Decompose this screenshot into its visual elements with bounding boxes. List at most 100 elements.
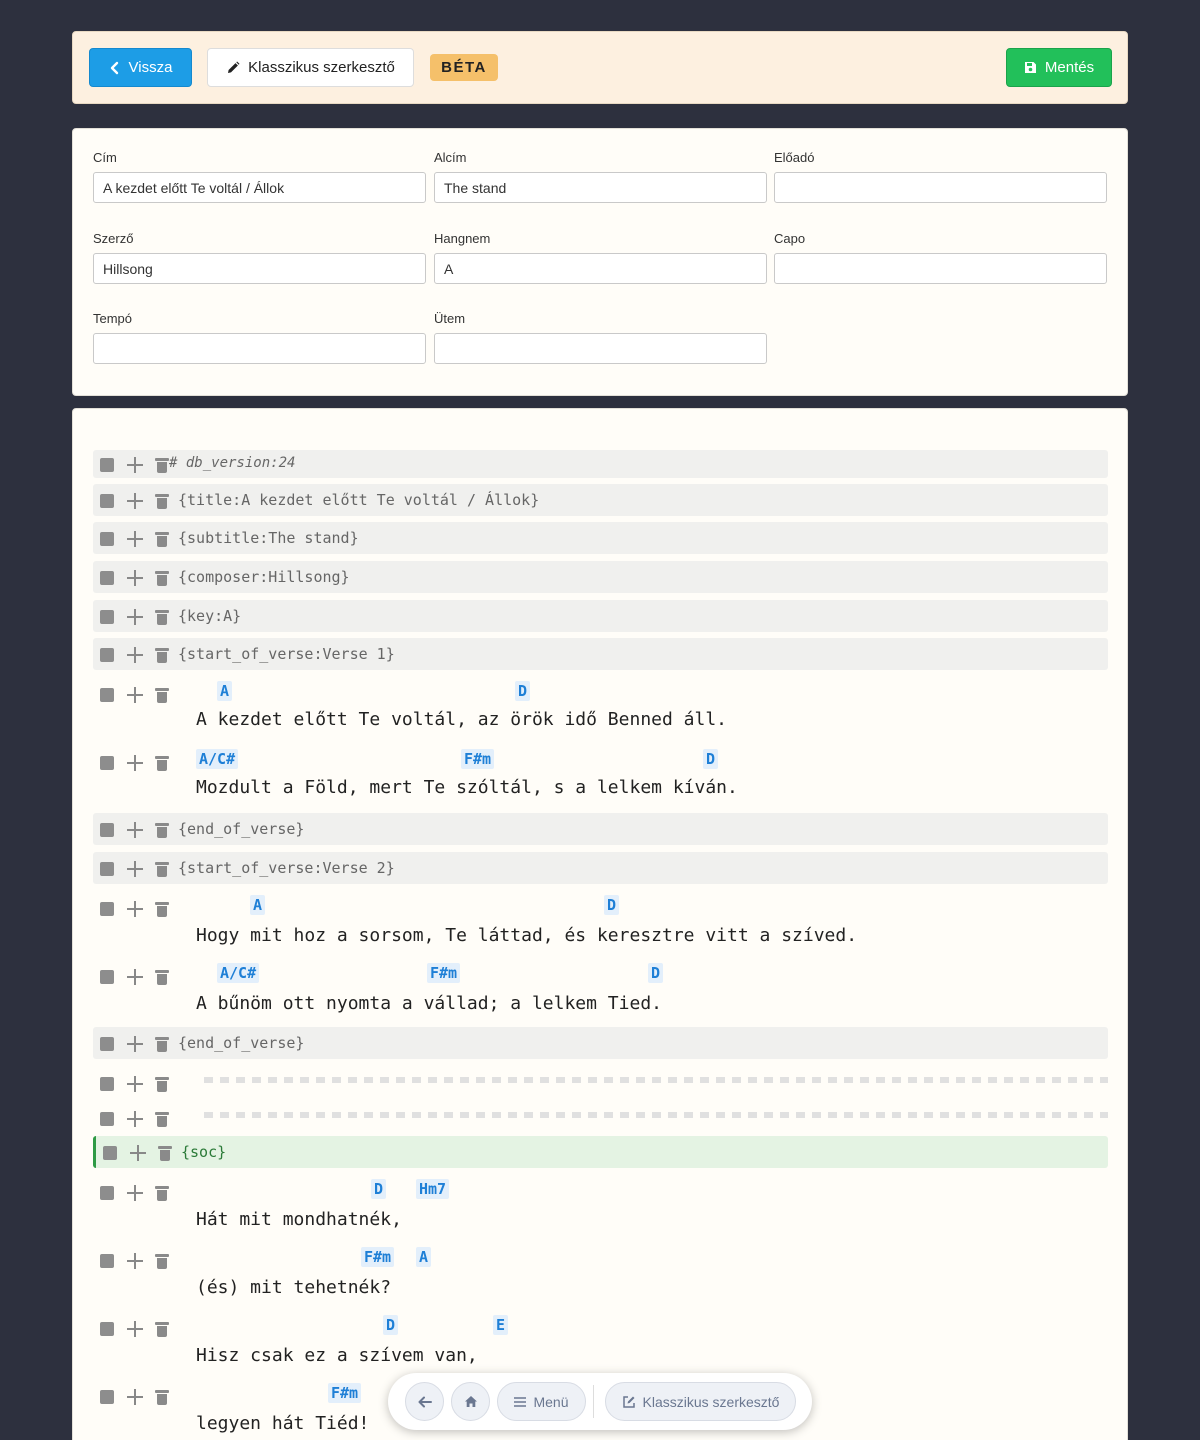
add-line-icon[interactable] (130, 1145, 146, 1161)
add-line-icon[interactable] (127, 1076, 143, 1092)
chord-label[interactable]: D (648, 963, 664, 983)
lyric-line[interactable]: A D A kezdet előtt Te voltál, az örök id… (93, 677, 1108, 741)
add-line-icon[interactable] (127, 1111, 143, 1127)
chord-label[interactable]: F#m (427, 963, 461, 983)
home-button[interactable] (451, 1382, 490, 1421)
editor-line[interactable]: {end_of_verse} (93, 813, 1108, 845)
trash-icon[interactable] (155, 1389, 169, 1405)
drag-handle-icon[interactable] (100, 571, 114, 585)
add-line-icon[interactable] (127, 861, 143, 877)
lyric-line[interactable]: D Hm7 Hát mit mondhatnék, (93, 1175, 1108, 1239)
add-line-icon[interactable] (127, 1389, 143, 1405)
chord-label[interactable]: D (371, 1179, 387, 1199)
editor-line-selected[interactable]: {soc} (93, 1136, 1108, 1168)
chord-label[interactable]: E (493, 1315, 509, 1335)
chord-label[interactable]: A (250, 895, 266, 915)
trash-icon[interactable] (155, 457, 169, 473)
drag-handle-icon[interactable] (103, 1146, 117, 1160)
trash-icon[interactable] (155, 861, 169, 877)
trash-icon[interactable] (155, 493, 169, 509)
back-arrow-button[interactable] (405, 1382, 444, 1421)
trash-icon[interactable] (155, 1253, 169, 1269)
trash-icon[interactable] (155, 609, 169, 625)
add-line-icon[interactable] (127, 822, 143, 838)
trash-icon[interactable] (155, 1036, 169, 1052)
add-line-icon[interactable] (127, 570, 143, 586)
add-line-icon[interactable] (127, 609, 143, 625)
drag-handle-icon[interactable] (100, 1254, 114, 1268)
add-line-icon[interactable] (127, 755, 143, 771)
drag-handle-icon[interactable] (100, 1112, 114, 1126)
save-button[interactable]: Mentés (1006, 48, 1112, 87)
drag-handle-icon[interactable] (100, 902, 114, 916)
chord-label[interactable]: F#m (328, 1383, 362, 1403)
add-line-icon[interactable] (127, 493, 143, 509)
lyric-line[interactable]: A/C# F#m D A bűnöm ott nyomta a vállad; … (93, 959, 1108, 1023)
trash-icon[interactable] (155, 755, 169, 771)
capo-input[interactable] (774, 253, 1107, 284)
chord-label[interactable]: D (383, 1315, 399, 1335)
trash-icon[interactable] (155, 969, 169, 985)
drag-handle-icon[interactable] (100, 494, 114, 508)
add-line-icon[interactable] (127, 969, 143, 985)
editor-line[interactable]: {start_of_verse:Verse 2} (93, 852, 1108, 884)
trash-icon[interactable] (155, 570, 169, 586)
composer-input[interactable]: Hillsong (93, 253, 426, 284)
add-line-icon[interactable] (127, 901, 143, 917)
drag-handle-icon[interactable] (100, 1037, 114, 1051)
add-line-icon[interactable] (127, 531, 143, 547)
drag-handle-icon[interactable] (100, 1186, 114, 1200)
classic-editor-button[interactable]: Klasszikus szerkesztő (207, 48, 414, 87)
drag-handle-icon[interactable] (100, 1077, 114, 1091)
chord-label[interactable]: A (416, 1247, 432, 1267)
add-line-icon[interactable] (127, 457, 143, 473)
editor-line[interactable]: {composer:Hillsong} (93, 561, 1108, 593)
trash-icon[interactable] (155, 531, 169, 547)
add-line-icon[interactable] (127, 1253, 143, 1269)
chord-label[interactable]: A (217, 681, 233, 701)
trash-icon[interactable] (155, 822, 169, 838)
editor-line[interactable]: {end_of_verse} (93, 1027, 1108, 1059)
lyric-line[interactable]: A D Hogy mit hoz a sorsom, Te láttad, és… (93, 891, 1108, 955)
chord-label[interactable]: D (703, 749, 719, 769)
drag-handle-icon[interactable] (100, 532, 114, 546)
add-line-icon[interactable] (127, 1321, 143, 1337)
chord-label[interactable]: F#m (461, 749, 495, 769)
drag-handle-icon[interactable] (100, 756, 114, 770)
add-line-icon[interactable] (127, 687, 143, 703)
menu-button[interactable]: Menü (497, 1382, 586, 1421)
trash-icon[interactable] (155, 901, 169, 917)
time-signature-input[interactable] (434, 333, 767, 364)
empty-line[interactable] (93, 1104, 1108, 1132)
drag-handle-icon[interactable] (100, 823, 114, 837)
lyric-line[interactable]: F#m A (és) mit tehetnék? (93, 1243, 1108, 1307)
key-input[interactable]: A (434, 253, 767, 284)
chord-label[interactable]: F#m (361, 1247, 395, 1267)
title-input[interactable]: A kezdet előtt Te voltál / Állok (93, 172, 426, 203)
editor-line[interactable]: {start_of_verse:Verse 1} (93, 638, 1108, 670)
trash-icon[interactable] (158, 1145, 172, 1161)
drag-handle-icon[interactable] (100, 688, 114, 702)
lyric-line[interactable]: D E Hisz csak ez a szívem van, (93, 1311, 1108, 1375)
editor-line[interactable]: {key:A} (93, 600, 1108, 632)
chord-label[interactable]: A/C# (196, 749, 239, 769)
trash-icon[interactable] (155, 647, 169, 663)
subtitle-input[interactable]: The stand (434, 172, 767, 203)
drag-handle-icon[interactable] (100, 862, 114, 876)
drag-handle-icon[interactable] (100, 1322, 114, 1336)
back-button[interactable]: Vissza (89, 48, 192, 87)
trash-icon[interactable] (155, 1076, 169, 1092)
drag-handle-icon[interactable] (100, 1390, 114, 1404)
add-line-icon[interactable] (127, 1185, 143, 1201)
tempo-input[interactable] (93, 333, 426, 364)
chord-label[interactable]: D (515, 681, 531, 701)
add-line-icon[interactable] (127, 1036, 143, 1052)
add-line-icon[interactable] (127, 647, 143, 663)
classic-editor-nav-button[interactable]: Klasszikus szerkesztő (605, 1382, 796, 1421)
drag-handle-icon[interactable] (100, 610, 114, 624)
trash-icon[interactable] (155, 1111, 169, 1127)
drag-handle-icon[interactable] (100, 458, 114, 472)
editor-line[interactable]: {title:A kezdet előtt Te voltál / Állok} (93, 484, 1108, 516)
chord-label[interactable]: A/C# (217, 963, 260, 983)
drag-handle-icon[interactable] (100, 648, 114, 662)
